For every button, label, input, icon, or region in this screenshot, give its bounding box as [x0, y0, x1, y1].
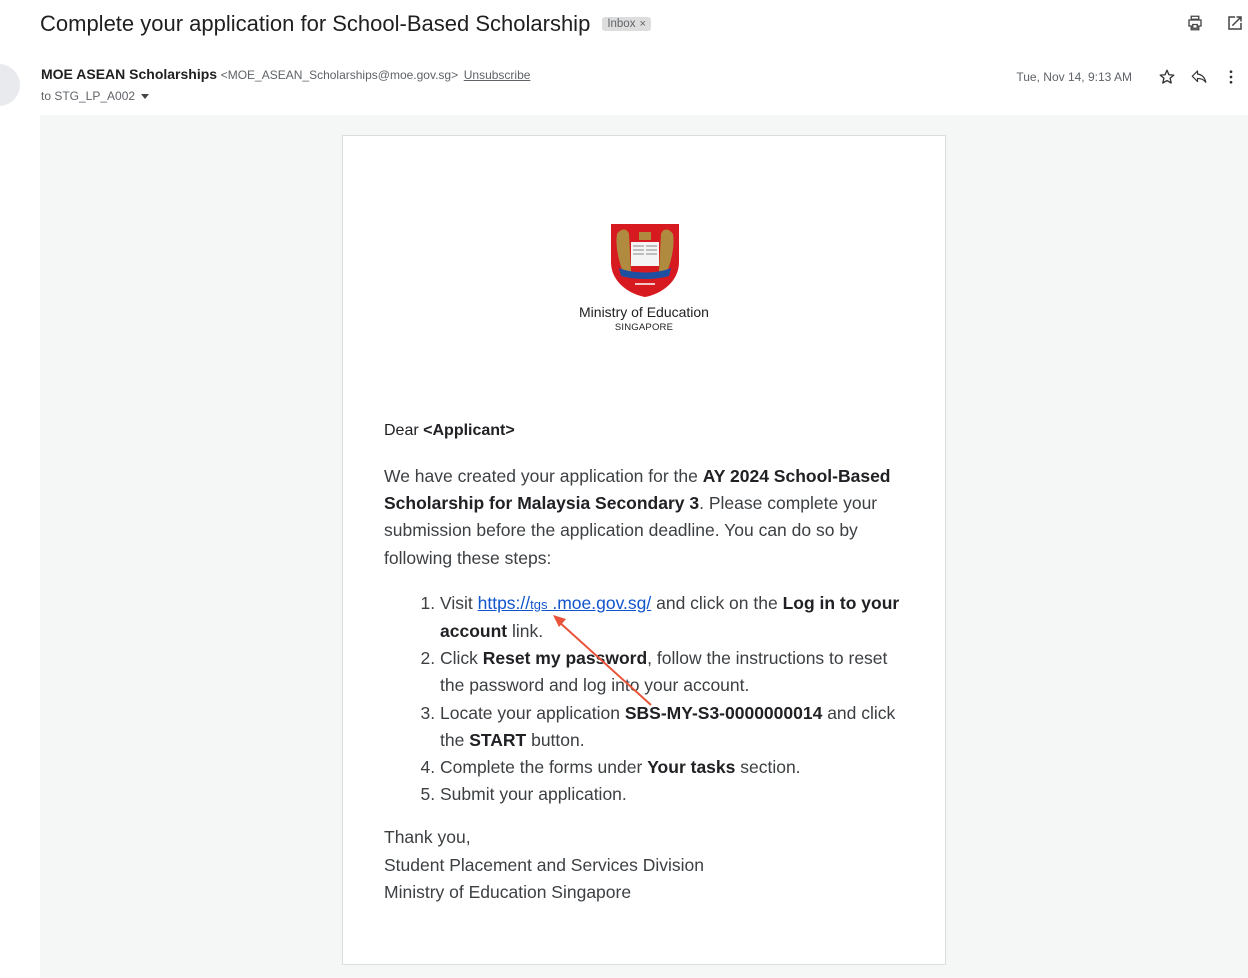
chevron-down-icon[interactable]	[141, 93, 150, 99]
signoff-ministry: Ministry of Education Singapore	[384, 881, 632, 902]
portal-link-part-a: https://	[477, 592, 531, 613]
step1-suffix: link.	[507, 621, 544, 642]
steps-list: Visit https://tgs .moe.gov.sg/ and click…	[384, 590, 914, 809]
step4-suffix: section.	[735, 757, 801, 778]
recipient-text: to STG_LP_A002	[41, 89, 136, 103]
org-country: SINGAPORE	[614, 322, 674, 333]
start-button-text: START	[469, 729, 527, 750]
portal-link[interactable]: https://tgs .moe.gov.sg/	[478, 593, 652, 613]
inbox-label-chip[interactable]: Inbox ×	[602, 17, 651, 31]
star-icon[interactable]	[1156, 66, 1178, 88]
sender-name[interactable]: MOE ASEAN Scholarships	[41, 66, 217, 82]
sender-avatar[interactable]	[0, 64, 20, 106]
step4-prefix: Complete the forms under	[440, 757, 648, 778]
greeting-prefix: Dear	[384, 422, 419, 439]
email-card: Ministry of Education SINGAPORE Dear <Ap…	[342, 135, 946, 965]
step3-suffix: button.	[526, 729, 585, 750]
recipient-details-toggle[interactable]: to STG_LP_A002	[41, 89, 150, 103]
signoff-division: Student Placement and Services Division	[384, 854, 705, 875]
remove-label-icon[interactable]: ×	[639, 18, 645, 30]
top-actions	[1184, 12, 1246, 34]
your-tasks-text: Your tasks	[647, 757, 736, 778]
message-date: Tue, Nov 14, 9:13 AM	[1016, 70, 1132, 84]
signoff: Thank you, Student Placement and Service…	[384, 824, 914, 906]
reply-icon[interactable]	[1188, 66, 1210, 88]
sender-email: <MOE_ASEAN_Scholarships@moe.gov.sg>	[220, 68, 459, 82]
sender-row: MOE ASEAN Scholarships <MOE_ASEAN_Schola…	[41, 66, 530, 82]
unsubscribe-link[interactable]: Unsubscribe	[464, 68, 531, 82]
print-icon[interactable]	[1184, 12, 1206, 34]
signoff-thanks: Thank you,	[384, 827, 471, 848]
portal-link-part-b: .moe.gov.sg/	[552, 592, 652, 613]
step-2: Click Reset my password, follow the inst…	[440, 645, 914, 699]
org-name: Ministry of Education	[579, 304, 709, 320]
step-1: Visit https://tgs .moe.gov.sg/ and click…	[440, 590, 914, 645]
intro-text-1: We have created your application for the	[384, 466, 703, 486]
greeting-name: <Applicant>	[423, 422, 515, 439]
greeting: Dear <Applicant>	[384, 422, 515, 440]
intro-paragraph: We have created your application for the…	[384, 463, 914, 572]
step1-mid: and click on the	[651, 592, 783, 613]
email-subject: Complete your application for School-Bas…	[40, 11, 591, 36]
step-3: Locate your application SBS-MY-S3-000000…	[440, 700, 914, 754]
step2-prefix: Click	[440, 648, 483, 669]
portal-link-subdomain: tgs	[530, 596, 548, 612]
moe-crest-logo	[611, 224, 679, 297]
step-4: Complete the forms under Your tasks sect…	[440, 754, 914, 781]
open-in-new-window-icon[interactable]	[1224, 12, 1246, 34]
step3-prefix: Locate your application	[440, 702, 625, 723]
subject-row: Complete your application for School-Bas…	[40, 8, 651, 40]
email-content: We have created your application for the…	[384, 463, 914, 906]
application-id: SBS-MY-S3-0000000014	[624, 702, 823, 723]
message-meta: Tue, Nov 14, 9:13 AM	[1016, 66, 1242, 88]
step-5: Submit your application.	[440, 781, 914, 808]
inbox-label-text: Inbox	[607, 18, 636, 30]
more-vert-icon[interactable]	[1220, 66, 1242, 88]
reset-password-text: Reset my password	[482, 648, 648, 669]
step1-prefix: Visit	[440, 592, 478, 613]
